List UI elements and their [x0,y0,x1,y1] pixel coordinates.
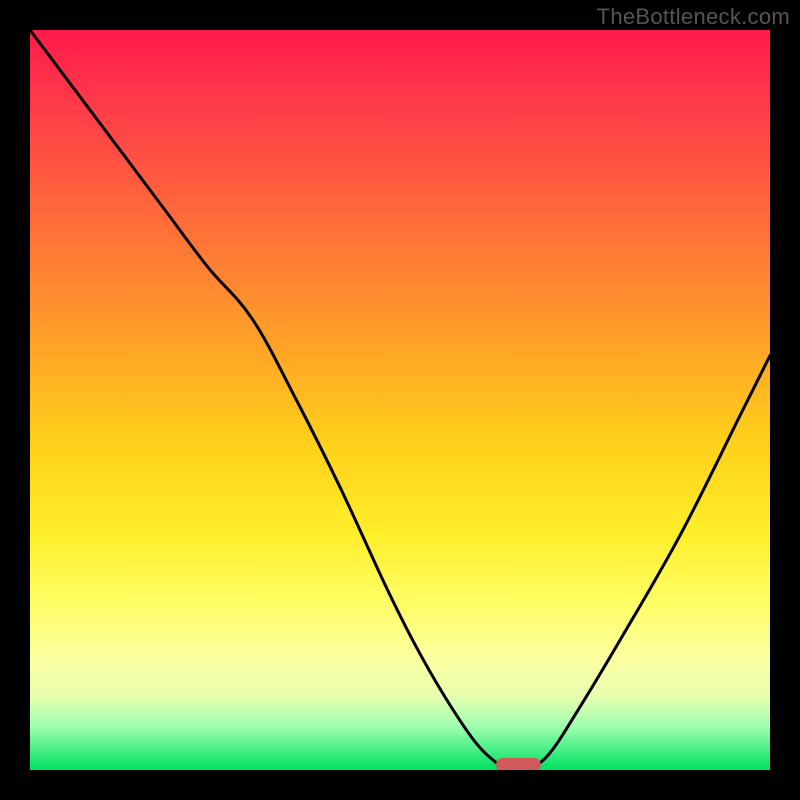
chart-frame: TheBottleneck.com [0,0,800,800]
curve-layer [30,30,770,770]
watermark-text: TheBottleneck.com [597,4,790,30]
bottleneck-curve [30,30,770,770]
optimal-marker [496,758,540,770]
plot-area [30,30,770,770]
